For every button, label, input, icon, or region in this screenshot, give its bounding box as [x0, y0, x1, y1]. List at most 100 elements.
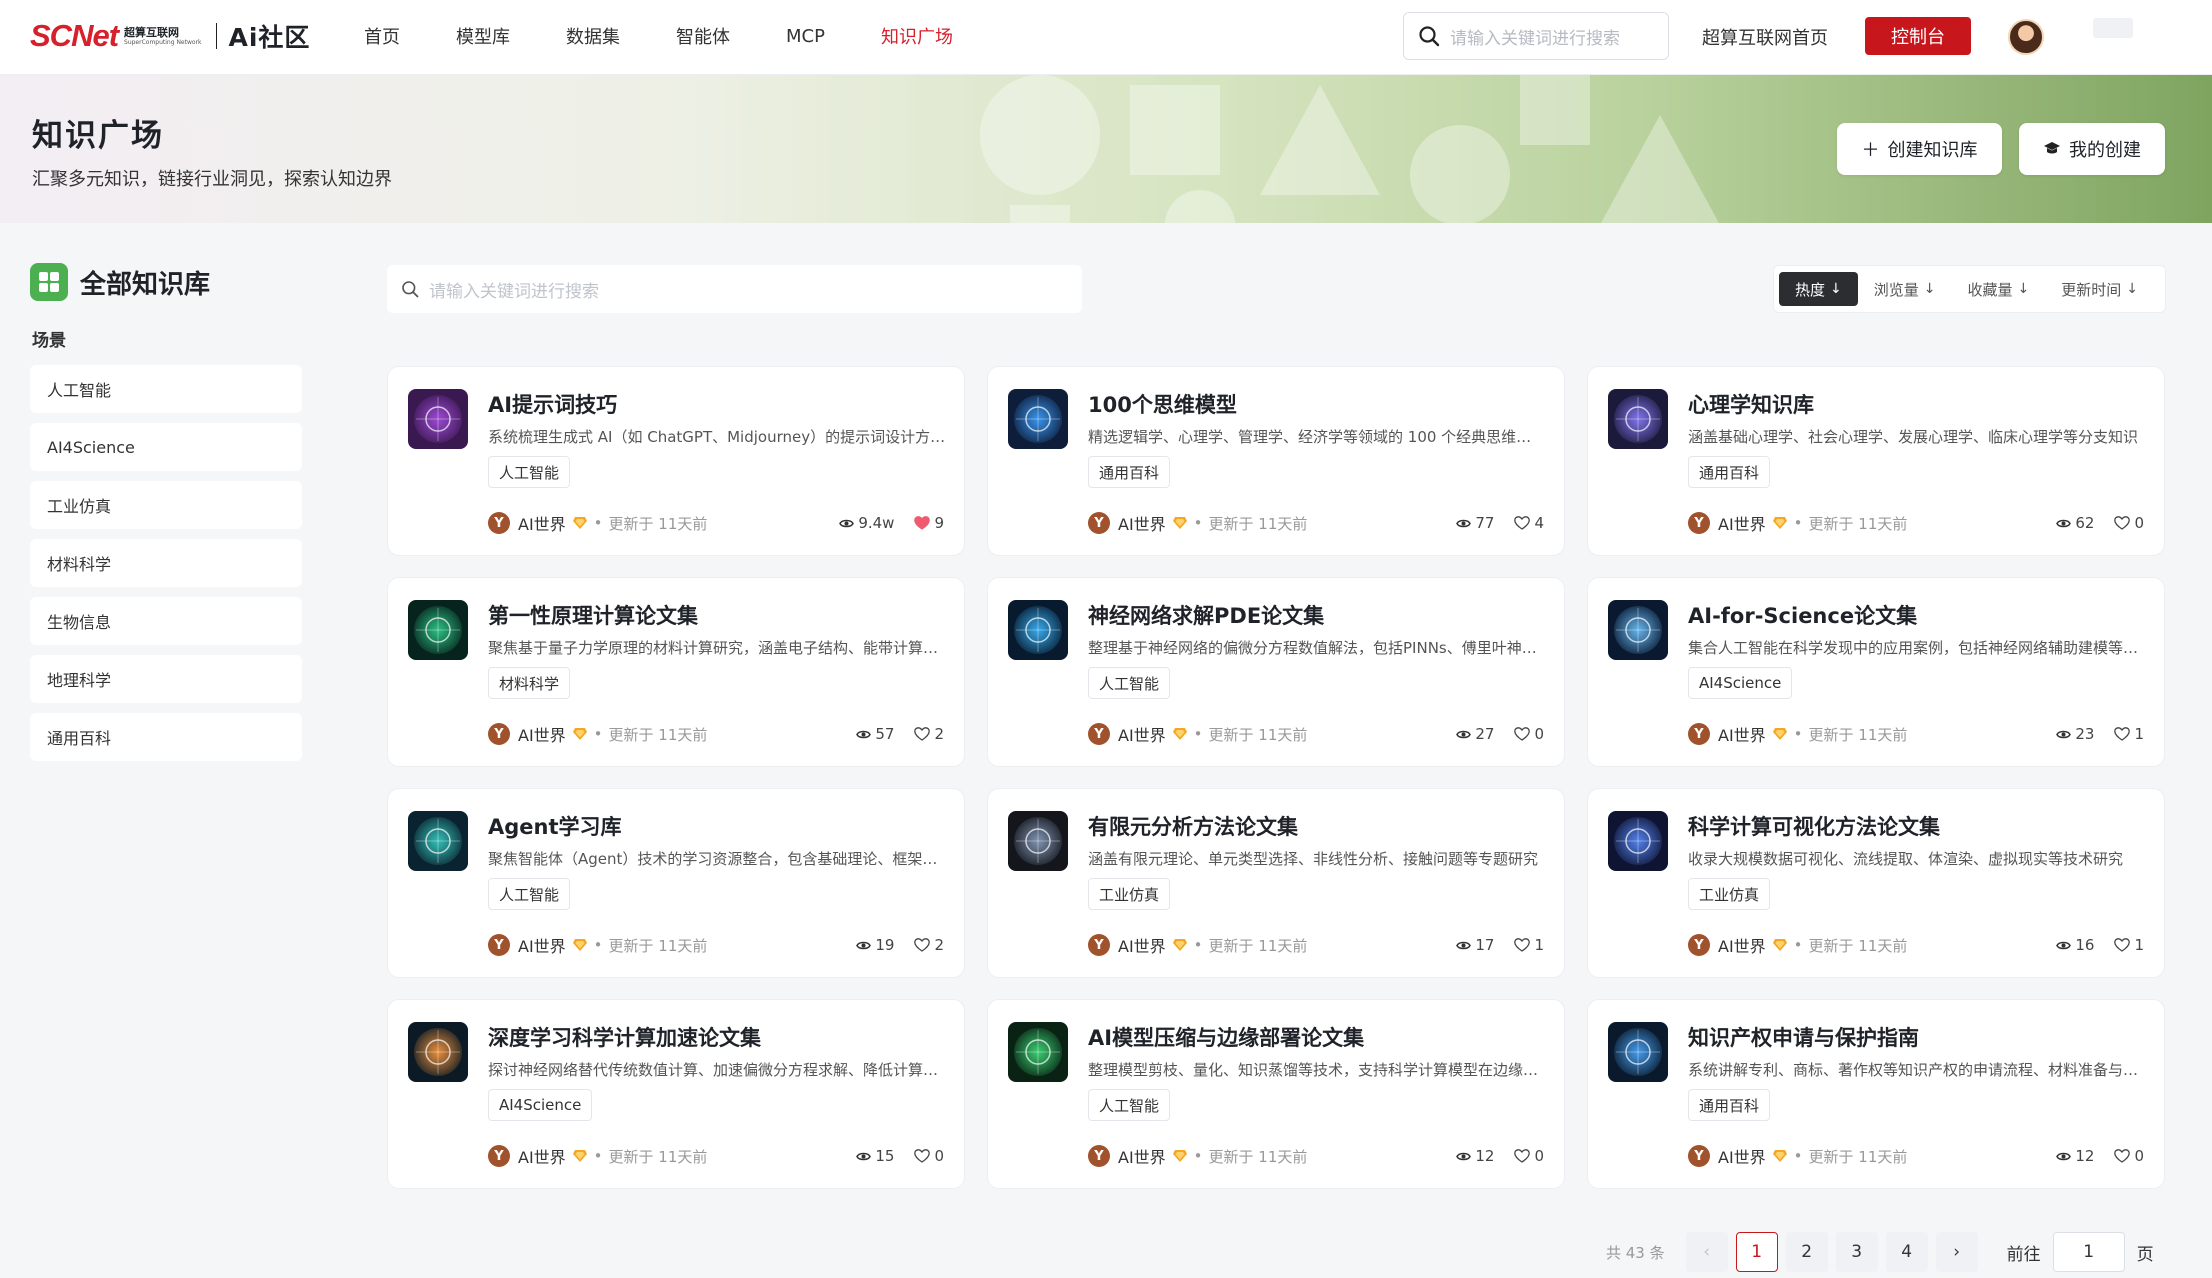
author-avatar[interactable]: Y [488, 934, 510, 956]
author-name[interactable]: AI世界 [1718, 933, 1766, 957]
sort-updated[interactable]: 更新时间 ↓ [2045, 272, 2154, 306]
create-knowledge-base-button[interactable]: ＋ 创建知识库 [1837, 123, 2002, 175]
knowledge-card[interactable]: 100个思维模型 精选逻辑学、心理学、管理学、经济学等领域的 100 个经典思维模… [987, 366, 1565, 556]
like-button[interactable]: 0 [2114, 1147, 2144, 1165]
knowledge-card[interactable]: 知识产权申请与保护指南 系统讲解专利、商标、著作权等知识产权的申请流程、材料准备与… [1587, 999, 2165, 1189]
like-button[interactable]: 0 [914, 1147, 944, 1165]
page-button-3[interactable]: 3 [1835, 1232, 1878, 1272]
like-button[interactable]: 0 [1514, 1147, 1544, 1165]
card-title[interactable]: Agent学习库 [488, 811, 622, 841]
card-category-tag[interactable]: 人工智能 [1088, 1089, 1171, 1121]
like-button[interactable]: 1 [2114, 936, 2144, 954]
card-category-tag[interactable]: AI4Science [1688, 667, 1793, 699]
sort-hot[interactable]: 热度 ↓ [1779, 272, 1858, 306]
knowledge-search-input[interactable]: 请输入关键词进行搜索 [387, 265, 1082, 313]
knowledge-card[interactable]: 神经网络求解PDE论文集 整理基于神经网络的偏微分方程数值解法，包括PINNs、傅… [987, 577, 1565, 767]
card-category-tag[interactable]: 工业仿真 [1088, 878, 1171, 910]
author-name[interactable]: AI世界 [518, 933, 566, 957]
console-button[interactable]: 控制台 [1865, 17, 1971, 55]
card-title[interactable]: 科学计算可视化方法论文集 [1688, 811, 1940, 841]
card-title[interactable]: AI-for-Science论文集 [1688, 600, 1917, 630]
author-avatar[interactable]: Y [488, 1145, 510, 1167]
author-name[interactable]: AI世界 [1718, 722, 1766, 746]
knowledge-card[interactable]: 深度学习科学计算加速论文集 探讨神经网络替代传统数值计算、加速偏微分方程求解、降低… [387, 999, 965, 1189]
card-title[interactable]: 知识产权申请与保护指南 [1688, 1022, 1919, 1052]
next-page-button[interactable]: › [1935, 1232, 1978, 1272]
author-name[interactable]: AI世界 [1118, 1144, 1166, 1168]
knowledge-card[interactable]: 心理学知识库 涵盖基础心理学、社会心理学、发展心理学、临床心理学等分支知识 通用百科… [1587, 366, 2165, 556]
knowledge-card[interactable]: AI模型压缩与边缘部署论文集 整理模型剪枝、量化、知识蒸馏等技术，支持科学计算模型… [987, 999, 1565, 1189]
author-avatar[interactable]: Y [1688, 512, 1710, 534]
author-avatar[interactable]: Y [1088, 934, 1110, 956]
author-avatar[interactable]: Y [1088, 512, 1110, 534]
sidebar-item-bioinformatics[interactable]: 生物信息 [30, 597, 302, 645]
like-button[interactable]: 1 [2114, 725, 2144, 743]
card-category-tag[interactable]: 通用百科 [1688, 456, 1771, 488]
like-button[interactable]: 0 [1514, 725, 1544, 743]
author-avatar[interactable]: Y [1088, 1145, 1110, 1167]
like-button[interactable]: 9 [914, 514, 944, 532]
nav-models[interactable]: 模型库 [456, 23, 510, 49]
sidebar-item-ai4science[interactable]: AI4Science [30, 423, 302, 471]
author-avatar[interactable]: Y [1088, 723, 1110, 745]
sort-favorites[interactable]: 收藏量 ↓ [1952, 272, 2046, 306]
author-name[interactable]: AI世界 [518, 511, 566, 535]
nav-datasets[interactable]: 数据集 [566, 23, 620, 49]
nav-mcp[interactable]: MCP [786, 26, 825, 47]
like-button[interactable]: 2 [914, 725, 944, 743]
author-avatar[interactable]: Y [488, 512, 510, 534]
author-name[interactable]: AI世界 [1118, 722, 1166, 746]
knowledge-card[interactable]: Agent学习库 聚焦智能体（Agent）技术的学习资源整合，包含基础理论、框架与… [387, 788, 965, 978]
like-button[interactable]: 1 [1514, 936, 1544, 954]
sidebar-item-industrial-simulation[interactable]: 工业仿真 [30, 481, 302, 529]
page-button-1[interactable]: 1 [1735, 1232, 1778, 1272]
goto-page-input[interactable]: 1 [2052, 1232, 2125, 1272]
knowledge-card[interactable]: 有限元分析方法论文集 涵盖有限元理论、单元类型选择、非线性分析、接触问题等专题研究… [987, 788, 1565, 978]
author-avatar[interactable]: Y [1688, 1145, 1710, 1167]
card-category-tag[interactable]: 通用百科 [1088, 456, 1171, 488]
author-name[interactable]: AI世界 [1118, 511, 1166, 535]
card-title[interactable]: 第一性原理计算论文集 [488, 600, 698, 630]
my-creations-button[interactable]: 我的创建 [2019, 123, 2165, 175]
knowledge-card[interactable]: AI-for-Science论文集 集合人工智能在科学发现中的应用案例，包括神经网… [1587, 577, 2165, 767]
prev-page-button[interactable]: ‹ [1685, 1232, 1728, 1272]
sidebar-title[interactable]: 全部知识库 [80, 264, 210, 301]
knowledge-card[interactable]: AI提示词技巧 系统梳理生成式 AI（如 ChatGPT、Midjourney）的… [387, 366, 965, 556]
author-name[interactable]: AI世界 [1118, 933, 1166, 957]
card-category-tag[interactable]: 通用百科 [1688, 1089, 1771, 1121]
sidebar-item-general-encyclopedia[interactable]: 通用百科 [30, 713, 302, 761]
card-category-tag[interactable]: 人工智能 [488, 456, 571, 488]
card-title[interactable]: 心理学知识库 [1688, 389, 1814, 419]
sidebar-item-materials-science[interactable]: 材料科学 [30, 539, 302, 587]
card-title[interactable]: AI提示词技巧 [488, 389, 617, 419]
card-category-tag[interactable]: 人工智能 [1088, 667, 1171, 699]
like-button[interactable]: 0 [2114, 514, 2144, 532]
top-search-input[interactable]: 请输入关键词进行搜索 [1403, 12, 1669, 60]
knowledge-card[interactable]: 第一性原理计算论文集 聚焦基于量子力学原理的材料计算研究，涵盖电子结构、能带计算等… [387, 577, 965, 767]
card-category-tag[interactable]: 工业仿真 [1688, 878, 1771, 910]
author-name[interactable]: AI世界 [1718, 1144, 1766, 1168]
page-button-2[interactable]: 2 [1785, 1232, 1828, 1272]
sort-views[interactable]: 浏览量 ↓ [1858, 272, 1952, 306]
card-title[interactable]: 深度学习科学计算加速论文集 [488, 1022, 761, 1052]
nav-knowledge-square[interactable]: 知识广场 [881, 23, 953, 49]
card-title[interactable]: 有限元分析方法论文集 [1088, 811, 1298, 841]
supercomputing-home-link[interactable]: 超算互联网首页 [1702, 24, 1828, 50]
author-avatar[interactable]: Y [1688, 934, 1710, 956]
author-name[interactable]: AI世界 [518, 1144, 566, 1168]
sidebar-item-ai[interactable]: 人工智能 [30, 365, 302, 413]
author-avatar[interactable]: Y [1688, 723, 1710, 745]
page-button-4[interactable]: 4 [1885, 1232, 1928, 1272]
nav-home[interactable]: 首页 [364, 23, 400, 49]
card-title[interactable]: AI模型压缩与边缘部署论文集 [1088, 1022, 1364, 1052]
knowledge-card[interactable]: 科学计算可视化方法论文集 收录大规模数据可视化、流线提取、体渲染、虚拟现实等技术研… [1587, 788, 2165, 978]
sidebar-item-geoscience[interactable]: 地理科学 [30, 655, 302, 703]
user-avatar[interactable] [2008, 19, 2044, 55]
nav-agents[interactable]: 智能体 [676, 23, 730, 49]
author-name[interactable]: AI世界 [518, 722, 566, 746]
card-category-tag[interactable]: 人工智能 [488, 878, 571, 910]
card-category-tag[interactable]: 材料科学 [488, 667, 571, 699]
card-category-tag[interactable]: AI4Science [488, 1089, 593, 1121]
scnet-logo[interactable]: SCNet 超算互联网 SuperComputing Network Ai社区 [30, 18, 310, 54]
like-button[interactable]: 2 [914, 936, 944, 954]
